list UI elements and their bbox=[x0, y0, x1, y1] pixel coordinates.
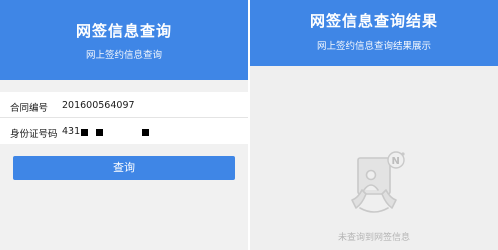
query-button[interactable]: 查询 bbox=[13, 156, 235, 180]
contract-number-row[interactable]: 合同编号 201600564097 bbox=[0, 92, 248, 118]
redaction-mark bbox=[96, 129, 103, 136]
result-screen: 网签信息查询结果 网上签约信息查询结果展示 N 未查询到网签信息 bbox=[250, 0, 498, 250]
result-title: 网签信息查询结果 bbox=[309, 12, 438, 30]
redaction-mark bbox=[81, 129, 88, 136]
id-number-label: 身份证号码 bbox=[10, 129, 58, 140]
id-number-row[interactable]: 身份证号码 431 bbox=[0, 118, 248, 144]
result-header: 网签信息查询结果 网上签约信息查询结果展示 bbox=[250, 0, 498, 66]
query-form: 合同编号 201600564097 身份证号码 431 bbox=[0, 92, 248, 144]
redaction-mark bbox=[142, 129, 149, 136]
no-record-badge: N bbox=[392, 156, 400, 167]
query-header: 网签信息查询 网上签约信息查询 bbox=[0, 0, 248, 80]
empty-state-message: 未查询到网签信息 bbox=[337, 233, 410, 243]
query-title: 网签信息查询 bbox=[75, 22, 172, 40]
no-record-icon: N bbox=[351, 151, 405, 213]
id-number-input[interactable]: 431 bbox=[62, 126, 80, 137]
query-screen: 网签信息查询 网上签约信息查询 合同编号 201600564097 身份证号码 … bbox=[0, 0, 248, 250]
result-subtitle: 网上签约信息查询结果展示 bbox=[316, 41, 431, 52]
query-subtitle: 网上签约信息查询 bbox=[85, 50, 162, 61]
contract-number-input[interactable]: 201600564097 bbox=[62, 100, 135, 111]
contract-number-label: 合同编号 bbox=[10, 103, 49, 114]
